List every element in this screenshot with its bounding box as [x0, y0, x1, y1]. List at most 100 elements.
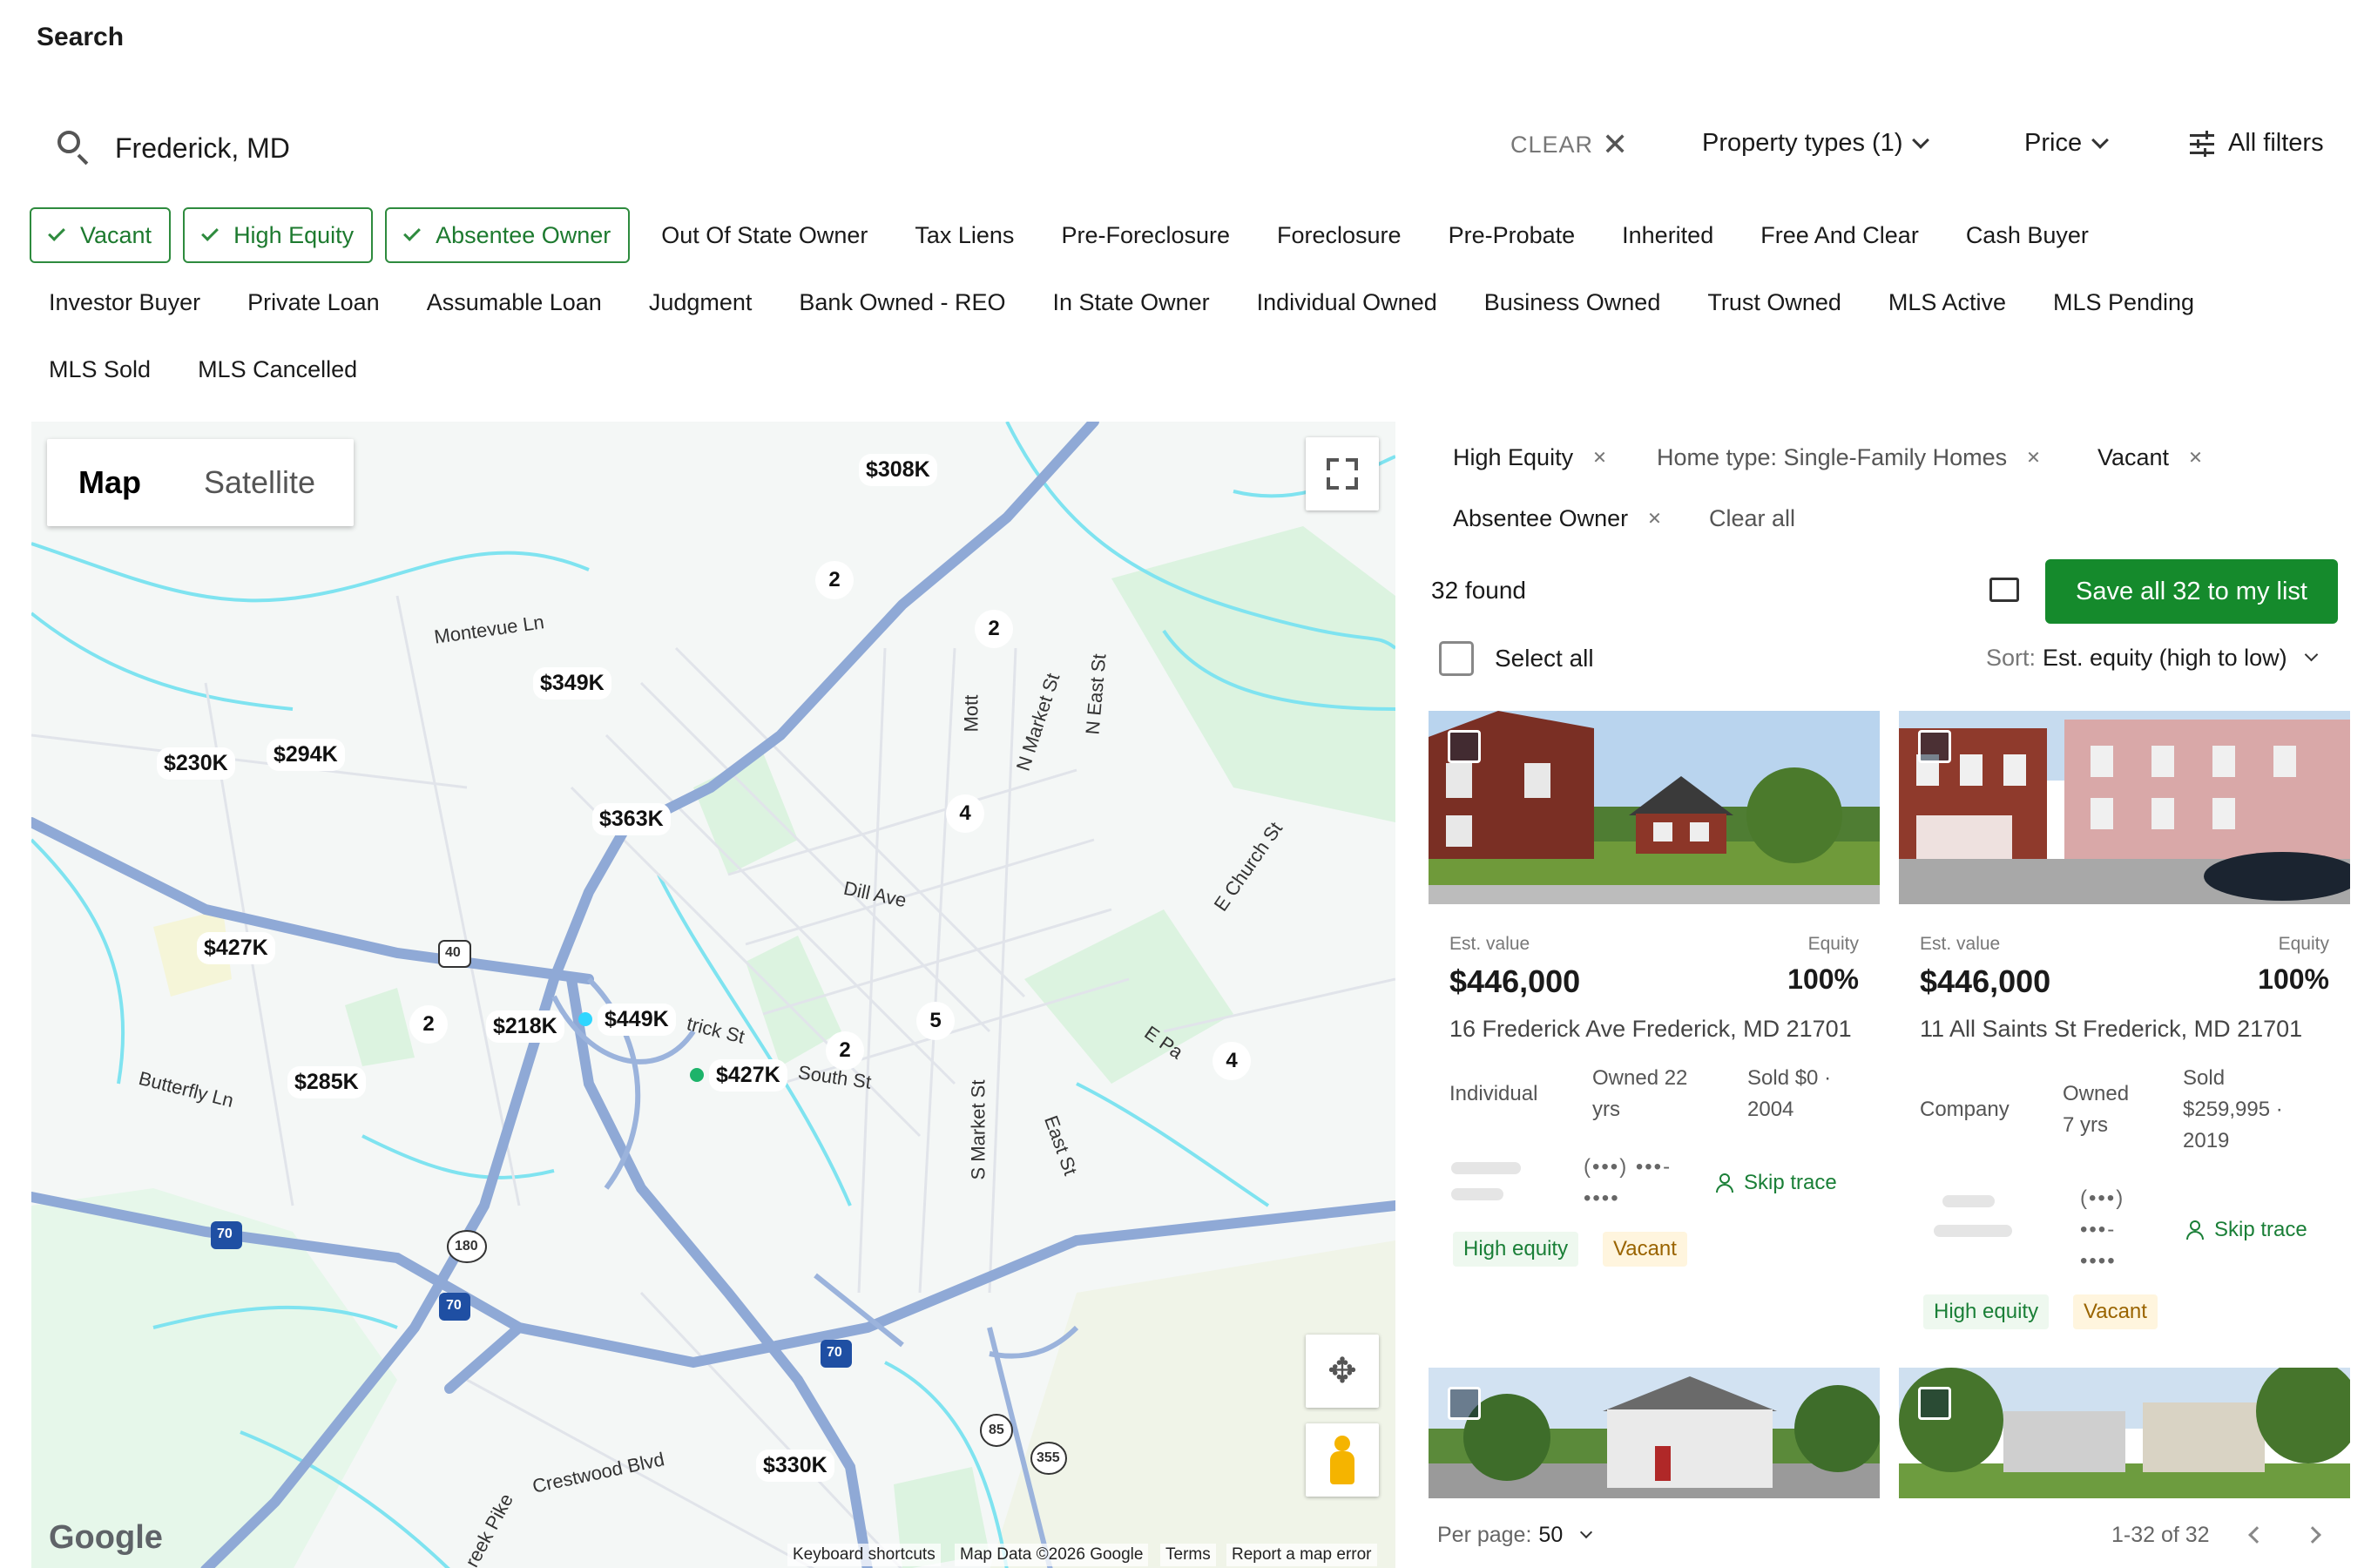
price-dropdown[interactable]: Price	[2024, 129, 2109, 158]
map-camera-control[interactable]: ✥	[1306, 1335, 1379, 1408]
clear-all-filters-link[interactable]: Clear all	[1709, 505, 1795, 532]
map-price-marker[interactable]: $294K	[267, 739, 345, 771]
property-card[interactable]	[1429, 1368, 1880, 1498]
chip-mls-cancelled[interactable]: MLS Cancelled	[179, 341, 385, 397]
search-input[interactable]	[115, 132, 899, 165]
equity-value: 100%	[1787, 963, 1859, 995]
chip-trust-owned[interactable]: Trust Owned	[1688, 274, 1869, 330]
tag-vacant: Vacant	[2073, 1294, 2158, 1329]
map-cluster-marker[interactable]: 4	[1213, 1042, 1251, 1080]
property-types-dropdown[interactable]: Property types (1)	[1702, 129, 1930, 158]
property-address[interactable]: 11 All Saints St Frederick, MD 21701	[1920, 1016, 2302, 1043]
skip-trace-button[interactable]: Skip trace	[2186, 1218, 2307, 1242]
owned-duration: Owned 22 yrs	[1592, 1066, 1688, 1121]
chip-mls-active[interactable]: MLS Active	[1869, 274, 2034, 330]
map-price-marker[interactable]: $363K	[592, 803, 671, 835]
property-photo[interactable]	[1899, 1368, 2350, 1498]
prev-page-chevron-icon[interactable]	[2248, 1526, 2266, 1544]
property-photo[interactable]	[1899, 711, 2350, 904]
clear-search-button[interactable]: CLEAR ✕	[1510, 129, 1629, 160]
property-photo[interactable]	[1429, 1368, 1880, 1498]
card-select-checkbox[interactable]	[1448, 1387, 1481, 1420]
close-icon: ✕	[1602, 126, 1630, 162]
chip-high-equity[interactable]: High Equity	[183, 207, 374, 263]
chip-vacant[interactable]: Vacant	[30, 207, 172, 263]
chip-business-owned[interactable]: Business Owned	[1465, 274, 1689, 330]
per-page-dropdown[interactable]: Per page: 50	[1437, 1523, 1593, 1548]
property-card[interactable]: Est. value Equity $446,000 100% 11 All S…	[1899, 711, 2350, 1338]
close-icon[interactable]: ✕	[1647, 508, 1662, 530]
chip-mls-sold[interactable]: MLS Sold	[30, 341, 179, 397]
search-bar: CLEAR ✕ Property types (1) Price All fil…	[30, 113, 2342, 183]
chip-tax-liens[interactable]: Tax Liens	[895, 207, 1042, 263]
keyboard-shortcuts-link[interactable]: Keyboard shortcuts	[787, 1544, 941, 1566]
street-view-pegman[interactable]	[1306, 1423, 1379, 1497]
chip-private-loan[interactable]: Private Loan	[228, 274, 408, 330]
chip-investor-buyer[interactable]: Investor Buyer	[30, 274, 228, 330]
search-icon	[54, 127, 96, 169]
map-price-marker[interactable]: $308K	[859, 454, 937, 486]
map-tab-satellite[interactable]: Satellite	[172, 464, 347, 501]
map-price-marker[interactable]: $449K	[598, 1004, 676, 1036]
chip-absentee-owner[interactable]: Absentee Owner	[385, 207, 631, 263]
map-cluster-marker[interactable]: 4	[946, 794, 984, 833]
map-cluster-marker[interactable]: 5	[916, 1002, 955, 1040]
map-price-marker[interactable]: $218K	[486, 1010, 564, 1043]
report-map-error-link[interactable]: Report a map error	[1226, 1544, 1377, 1566]
map-cluster-marker[interactable]: 2	[975, 610, 1013, 648]
card-select-checkbox[interactable]	[1918, 730, 1951, 763]
user-search-icon	[1716, 1173, 1735, 1193]
map-price-marker[interactable]: $427K	[197, 932, 275, 964]
active-filter-absentee-owner: Absentee Owner ✕	[1453, 505, 1662, 531]
est-value: $446,000	[1920, 963, 2051, 999]
sort-dropdown[interactable]: Sort: Est. equity (high to low)	[1986, 645, 2318, 672]
close-icon[interactable]: ✕	[1592, 447, 1607, 469]
chip-cash-buyer[interactable]: Cash Buyer	[1947, 207, 2117, 263]
chip-free-and-clear[interactable]: Free And Clear	[1741, 207, 1947, 263]
map-price-marker[interactable]: $285K	[287, 1066, 366, 1098]
close-icon[interactable]: ✕	[2188, 447, 2203, 469]
save-all-to-list-button[interactable]: Save all 32 to my list	[2045, 559, 2338, 624]
chip-mls-pending[interactable]: MLS Pending	[2034, 274, 2222, 330]
map-cluster-marker[interactable]: 2	[826, 1031, 864, 1070]
property-card[interactable]	[1899, 1368, 2350, 1498]
map-tab-map[interactable]: Map	[47, 464, 172, 501]
card-select-checkbox[interactable]	[1918, 1387, 1951, 1420]
map-cluster-marker[interactable]: 2	[409, 1005, 448, 1044]
map-price-marker[interactable]: $427K	[709, 1059, 787, 1092]
skip-trace-button[interactable]: Skip trace	[1716, 1171, 1837, 1195]
property-photo[interactable]	[1429, 711, 1880, 904]
fullscreen-button[interactable]	[1306, 437, 1379, 510]
property-card[interactable]: Est. value Equity $446,000 100% 16 Frede…	[1429, 711, 1880, 1303]
chip-foreclosure[interactable]: Foreclosure	[1258, 207, 1429, 263]
active-filter-high-equity: High Equity ✕	[1453, 444, 1607, 470]
chip-judgment[interactable]: Judgment	[630, 274, 780, 330]
chip-pre-foreclosure[interactable]: Pre-Foreclosure	[1042, 207, 1258, 263]
chip-individual-owned[interactable]: Individual Owned	[1238, 274, 1465, 330]
chip-in-state-owner[interactable]: In State Owner	[1034, 274, 1238, 330]
chip-assumable-loan[interactable]: Assumable Loan	[408, 274, 630, 330]
map-price-marker[interactable]: $230K	[157, 747, 235, 780]
all-filters-button[interactable]: All filters	[2190, 129, 2324, 158]
chip-bank-owned-reo[interactable]: Bank Owned - REO	[780, 274, 1033, 330]
chevron-down-icon	[1580, 1525, 1593, 1538]
next-page-chevron-icon[interactable]	[2304, 1526, 2321, 1544]
terms-link[interactable]: Terms	[1160, 1544, 1216, 1566]
map-price-marker[interactable]: $330K	[756, 1450, 834, 1482]
property-address[interactable]: 16 Frederick Ave Frederick, MD 21701	[1449, 1016, 1852, 1043]
check-icon	[48, 224, 65, 241]
owner-phone-masked: (•••) •••- ••••	[1584, 1155, 1672, 1210]
chip-inherited[interactable]: Inherited	[1603, 207, 1741, 263]
export-icon[interactable]	[1989, 578, 2019, 602]
select-all[interactable]: Select all	[1439, 641, 1594, 676]
map-price-marker[interactable]: $349K	[533, 667, 611, 700]
map-cluster-marker[interactable]: 2	[815, 561, 854, 599]
select-all-checkbox[interactable]	[1439, 641, 1474, 676]
street-label: Mott	[960, 694, 983, 733]
pegman-icon	[1334, 1436, 1350, 1451]
map-view[interactable]: 40 70 70 70 180 85 355 Montevue Ln Dill …	[31, 422, 1395, 1568]
chip-pre-probate[interactable]: Pre-Probate	[1429, 207, 1604, 263]
card-select-checkbox[interactable]	[1448, 730, 1481, 763]
chip-out-of-state-owner[interactable]: Out Of State Owner	[642, 207, 895, 263]
close-icon[interactable]: ✕	[2026, 447, 2041, 469]
